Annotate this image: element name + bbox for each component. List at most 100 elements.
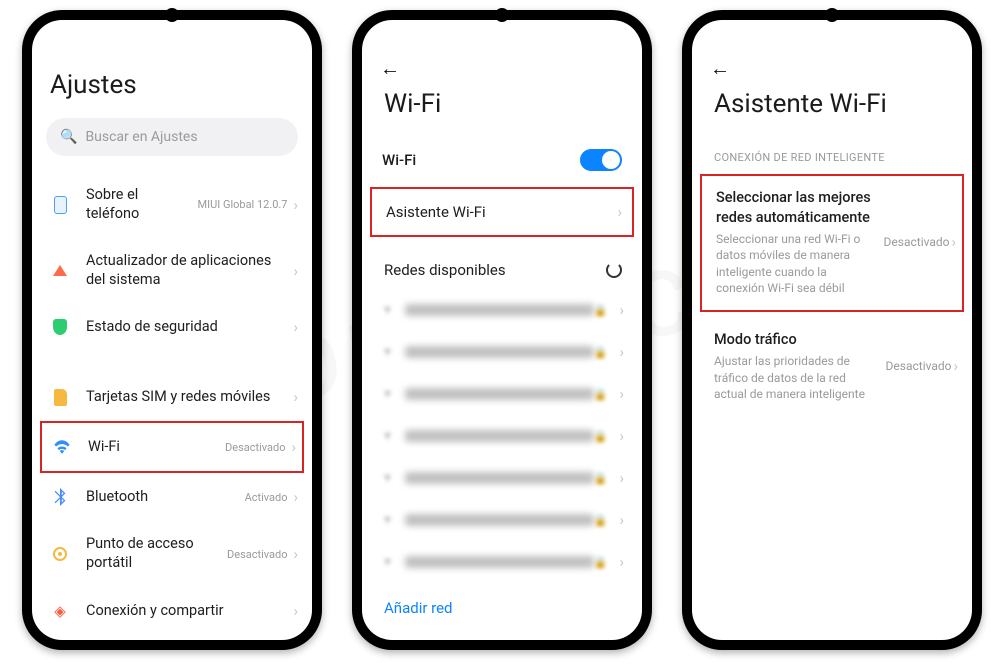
updater-icon bbox=[50, 261, 70, 281]
row-system-updater[interactable]: Actualizador de aplicaciones del sistema… bbox=[32, 238, 312, 304]
lock-icon: 🔒 bbox=[594, 430, 608, 443]
add-network-button[interactable]: Añadir red bbox=[362, 583, 642, 633]
row-label: Punto de acceso portátil bbox=[86, 535, 227, 573]
row-label: Bluetooth bbox=[86, 488, 245, 507]
statusbar bbox=[32, 20, 312, 42]
chevron-right-icon: › bbox=[953, 357, 958, 375]
share-icon: ◈ bbox=[50, 601, 70, 621]
chevron-right-icon: › bbox=[619, 427, 624, 445]
back-button[interactable]: ← bbox=[380, 56, 400, 80]
lock-icon: 🔒 bbox=[594, 472, 608, 485]
row-label: Tarjetas SIM y redes móviles bbox=[86, 388, 291, 407]
phone-frame-assistant: ← Asistente Wi-Fi CONEXIÓN DE RED INTELI… bbox=[682, 10, 982, 650]
network-row[interactable]: ▾ 🔒 › bbox=[362, 541, 642, 583]
row-about-phone[interactable]: Sobre el teléfono MIUI Global 12.0.7 › bbox=[32, 172, 312, 238]
toggle-label: Wi-Fi bbox=[382, 151, 416, 169]
row-wifi[interactable]: Wi-Fi Desactivado › bbox=[40, 421, 304, 473]
hotspot-icon bbox=[50, 544, 70, 564]
row-value: Activado bbox=[245, 491, 288, 504]
row-label: Estado de seguridad bbox=[86, 318, 291, 337]
wifi-signal-icon: ▾ bbox=[384, 344, 391, 360]
bluetooth-icon bbox=[50, 487, 70, 507]
wifi-toggle-on[interactable] bbox=[580, 149, 622, 171]
chevron-right-icon: › bbox=[293, 262, 298, 280]
row-description: Ajustar las prioridades de tráfico de da… bbox=[714, 353, 876, 402]
network-row[interactable]: ▾ 🔒 › bbox=[362, 457, 642, 499]
chevron-right-icon: › bbox=[619, 385, 624, 403]
chevron-right-icon: › bbox=[617, 203, 622, 221]
chevron-right-icon: › bbox=[293, 318, 298, 336]
row-wifi-assistant[interactable]: Asistente Wi-Fi › bbox=[370, 187, 634, 237]
network-row[interactable]: ▾🔒› bbox=[362, 289, 642, 331]
row-label: Wi-Fi bbox=[88, 438, 225, 457]
row-select-best-networks[interactable]: Seleccionar las mejores redes automática… bbox=[700, 174, 964, 312]
network-row[interactable]: ▾ 🔒 › bbox=[362, 415, 642, 457]
network-name-redacted bbox=[405, 388, 594, 400]
screen-settings: Ajustes 🔍 Buscar en Ajustes Sobre el tel… bbox=[32, 20, 312, 640]
row-label: Sobre el teléfono bbox=[86, 186, 198, 224]
wifi-signal-icon: ▾ bbox=[384, 428, 391, 444]
chevron-right-icon: › bbox=[619, 343, 624, 361]
lock-icon: 🔒 bbox=[594, 346, 608, 359]
lock-icon: 🔒 bbox=[594, 388, 608, 401]
wifi-toggle-row[interactable]: Wi-Fi bbox=[362, 137, 642, 183]
row-state: Desactivado bbox=[886, 359, 952, 373]
network-row[interactable]: ▾ 🔒 › bbox=[362, 373, 642, 415]
phone-frame-wifi: ← Wi-Fi Wi-Fi Asistente Wi-Fi › Redes di… bbox=[352, 10, 652, 650]
wifi-signal-icon: ▾ bbox=[384, 386, 391, 402]
network-row[interactable]: ▾🔒› bbox=[362, 499, 642, 541]
row-label: Conexión y compartir bbox=[86, 602, 291, 621]
chevron-right-icon: › bbox=[619, 469, 624, 487]
row-title: Seleccionar las mejores redes automática… bbox=[716, 188, 874, 227]
chevron-right-icon: › bbox=[293, 196, 298, 214]
page-title: Asistente Wi-Fi bbox=[692, 85, 972, 137]
network-name-redacted bbox=[405, 304, 594, 316]
wifi-signal-icon: ▾ bbox=[384, 470, 391, 486]
chevron-right-icon: › bbox=[293, 545, 298, 563]
row-description: Seleccionar una red Wi-Fi o datos móvile… bbox=[716, 231, 874, 296]
chevron-right-icon: › bbox=[293, 388, 298, 406]
statusbar bbox=[362, 20, 642, 42]
row-traffic-mode[interactable]: Modo tráfico Ajustar las prioridades de … bbox=[692, 318, 972, 416]
row-label: Asistente Wi-Fi bbox=[386, 203, 486, 221]
row-label: Actualizador de aplicaciones del sistema bbox=[86, 252, 291, 290]
sim-icon bbox=[50, 387, 70, 407]
back-button[interactable]: ← bbox=[710, 56, 730, 80]
row-title: Modo tráfico bbox=[714, 330, 876, 350]
network-name-redacted bbox=[405, 556, 594, 568]
lock-icon: 🔒 bbox=[594, 556, 608, 569]
back-row: ← bbox=[692, 42, 972, 85]
wifi-icon bbox=[52, 437, 72, 457]
lock-icon: 🔒 bbox=[594, 304, 608, 317]
row-state: Desactivado bbox=[884, 235, 950, 249]
row-value: MIUI Global 12.0.7 bbox=[198, 198, 288, 211]
network-row[interactable]: ▾ 🔒 › bbox=[362, 331, 642, 373]
search-input[interactable]: 🔍 Buscar en Ajustes bbox=[46, 118, 298, 156]
refresh-spinner-icon[interactable] bbox=[606, 262, 622, 278]
wifi-signal-icon: ▾ bbox=[384, 554, 391, 570]
chevron-right-icon: › bbox=[619, 511, 624, 529]
chevron-right-icon: › bbox=[293, 488, 298, 506]
network-name-redacted bbox=[405, 346, 594, 358]
network-name-redacted bbox=[405, 472, 594, 484]
row-bluetooth[interactable]: Bluetooth Activado › bbox=[32, 473, 312, 521]
chevron-right-icon: › bbox=[293, 602, 298, 620]
section-label: Redes disponibles bbox=[384, 261, 506, 279]
chevron-right-icon: › bbox=[619, 553, 624, 571]
chevron-right-icon: › bbox=[951, 233, 956, 251]
page-title: Wi-Fi bbox=[362, 85, 642, 137]
row-security-status[interactable]: Estado de seguridad › bbox=[32, 303, 312, 351]
row-sim-networks[interactable]: Tarjetas SIM y redes móviles › bbox=[32, 373, 312, 421]
row-connection-share[interactable]: ◈ Conexión y compartir › bbox=[32, 587, 312, 635]
row-value: Desactivado bbox=[225, 441, 285, 454]
search-icon: 🔍 bbox=[60, 129, 77, 145]
chevron-right-icon: › bbox=[619, 301, 624, 319]
row-hotspot[interactable]: Punto de acceso portátil Desactivado › bbox=[32, 521, 312, 587]
statusbar bbox=[692, 20, 972, 42]
camera-notch bbox=[825, 8, 839, 22]
shield-icon bbox=[50, 317, 70, 337]
camera-notch bbox=[495, 8, 509, 22]
camera-notch bbox=[165, 8, 179, 22]
section-header: CONEXIÓN DE RED INTELIGENTE bbox=[692, 137, 972, 174]
page-title: Ajustes bbox=[32, 42, 312, 118]
